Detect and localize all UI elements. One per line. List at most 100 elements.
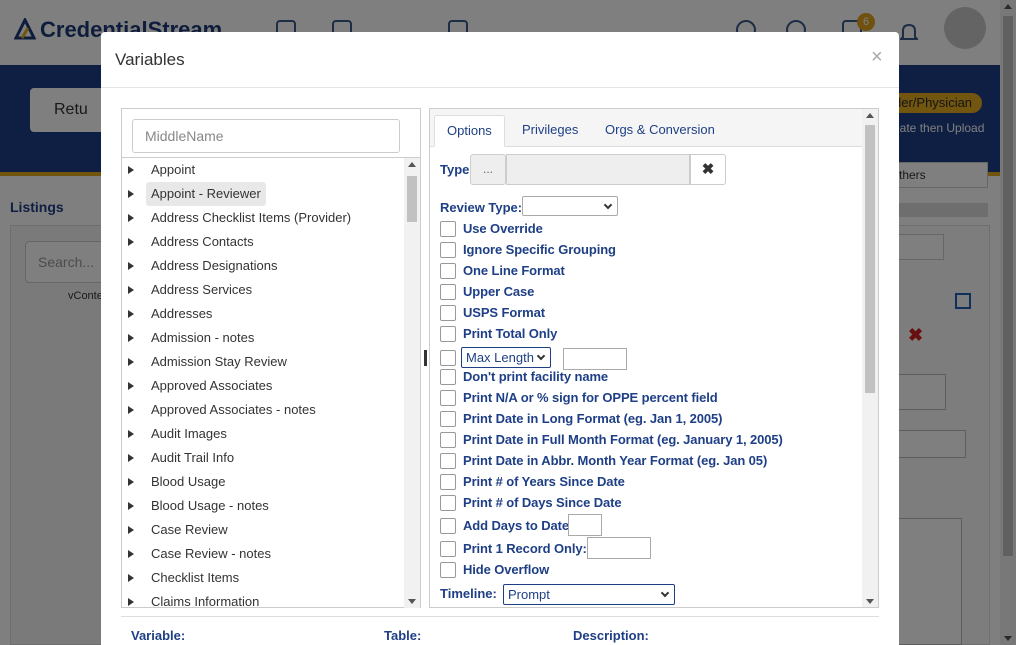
expand-arrow-icon[interactable] bbox=[128, 382, 134, 390]
checkbox[interactable] bbox=[440, 541, 456, 557]
list-item[interactable]: Case Review bbox=[122, 518, 404, 542]
add-days-input[interactable] bbox=[568, 514, 602, 536]
options-scroll-thumb[interactable] bbox=[865, 125, 875, 393]
max-length-select[interactable]: Max Length bbox=[461, 347, 551, 368]
checkbox[interactable] bbox=[440, 474, 456, 490]
review-type-select[interactable] bbox=[522, 196, 618, 216]
options-scroll-up-icon[interactable] bbox=[866, 113, 874, 118]
option-label: One Line Format bbox=[463, 263, 565, 278]
timeline-value: Prompt bbox=[508, 587, 550, 602]
expand-arrow-icon[interactable] bbox=[128, 214, 134, 222]
option-label: Print 1 Record Only: bbox=[463, 541, 587, 556]
options-scrollbar[interactable] bbox=[862, 109, 878, 607]
footer-divider bbox=[121, 616, 879, 617]
checkbox[interactable] bbox=[440, 350, 456, 366]
close-icon[interactable]: × bbox=[871, 46, 883, 69]
expand-arrow-icon[interactable] bbox=[128, 334, 134, 342]
expand-arrow-icon[interactable] bbox=[128, 598, 134, 606]
list-item-label: Claims Information bbox=[151, 594, 260, 608]
list-item[interactable]: Approved Associates - notes bbox=[122, 398, 404, 422]
list-item[interactable]: Address Checklist Items (Provider) bbox=[122, 206, 404, 230]
list-item-label: Checklist Items bbox=[151, 570, 240, 585]
list-item-label: Address Checklist Items (Provider) bbox=[151, 210, 352, 225]
print-record-input[interactable] bbox=[587, 537, 651, 559]
tab-options[interactable]: Options bbox=[434, 115, 505, 147]
expand-arrow-icon[interactable] bbox=[128, 238, 134, 246]
expand-arrow-icon[interactable] bbox=[128, 430, 134, 438]
list-item[interactable]: Audit Images bbox=[122, 422, 404, 446]
checkbox[interactable] bbox=[440, 518, 456, 534]
list-scroll-up-icon[interactable] bbox=[408, 162, 416, 167]
checkbox[interactable] bbox=[440, 411, 456, 427]
expand-arrow-icon[interactable] bbox=[128, 166, 134, 174]
checkbox[interactable] bbox=[440, 221, 456, 237]
list-item[interactable]: Claims Information bbox=[122, 590, 404, 608]
checkbox[interactable] bbox=[440, 562, 456, 578]
checkbox[interactable] bbox=[440, 453, 456, 469]
options-pane: Options Privileges Orgs & Conversion Typ… bbox=[429, 108, 879, 608]
expand-arrow-icon[interactable] bbox=[128, 358, 134, 366]
list-item[interactable]: Checklist Items bbox=[122, 566, 404, 590]
checkbox[interactable] bbox=[440, 369, 456, 385]
list-item[interactable]: Blood Usage bbox=[122, 470, 404, 494]
variable-search-input[interactable] bbox=[132, 119, 400, 153]
checkbox[interactable] bbox=[440, 390, 456, 406]
checkbox[interactable] bbox=[440, 242, 456, 258]
list-item-label: Address Contacts bbox=[151, 234, 254, 249]
expand-arrow-icon[interactable] bbox=[128, 574, 134, 582]
option-label: USPS Format bbox=[463, 305, 545, 320]
list-item-label: Appoint - Reviewer bbox=[146, 182, 266, 206]
option-label: Print Date in Full Month Format (eg. Jan… bbox=[463, 432, 783, 447]
variables-modal: Variables × Appoint Appoint - Reviewer Add… bbox=[101, 32, 899, 645]
option-label: Print N/A or % sign for OPPE percent fie… bbox=[463, 390, 718, 405]
variable-list-pane: Appoint Appoint - Reviewer Address Checkli… bbox=[121, 108, 421, 608]
type-browse-button[interactable]: ... bbox=[470, 154, 506, 185]
expand-arrow-icon[interactable] bbox=[128, 310, 134, 318]
expand-arrow-icon[interactable] bbox=[128, 478, 134, 486]
checkbox[interactable] bbox=[440, 326, 456, 342]
list-item[interactable]: Admission - notes bbox=[122, 326, 404, 350]
clear-icon[interactable]: ✖ bbox=[690, 154, 726, 185]
list-item[interactable]: Appoint bbox=[122, 158, 404, 182]
options-scroll-down-icon[interactable] bbox=[866, 599, 874, 604]
expand-arrow-icon[interactable] bbox=[128, 406, 134, 414]
list-scrollbar[interactable] bbox=[404, 158, 420, 608]
expand-arrow-icon[interactable] bbox=[128, 190, 134, 198]
expand-arrow-icon[interactable] bbox=[128, 550, 134, 558]
list-item[interactable]: Address Services bbox=[122, 278, 404, 302]
expand-arrow-icon[interactable] bbox=[128, 286, 134, 294]
list-scroll-down-icon[interactable] bbox=[408, 599, 416, 604]
list-item[interactable]: Blood Usage - notes bbox=[122, 494, 404, 518]
list-item[interactable]: Address Contacts bbox=[122, 230, 404, 254]
expand-arrow-icon[interactable] bbox=[128, 502, 134, 510]
list-item[interactable]: Approved Associates bbox=[122, 374, 404, 398]
list-scroll-thumb[interactable] bbox=[407, 176, 417, 222]
tab-privileges[interactable]: Privileges bbox=[510, 115, 590, 147]
review-type-label: Review Type: bbox=[440, 200, 523, 215]
timeline-label: Timeline: bbox=[440, 586, 497, 601]
checkbox[interactable] bbox=[440, 495, 456, 511]
list-item-label: Approved Associates - notes bbox=[151, 402, 316, 417]
checkbox[interactable] bbox=[440, 432, 456, 448]
list-item[interactable]: Appoint - Reviewer bbox=[122, 182, 404, 206]
list-item[interactable]: Audit Trail Info bbox=[122, 446, 404, 470]
list-item[interactable]: Address Designations bbox=[122, 254, 404, 278]
checkbox[interactable] bbox=[440, 284, 456, 300]
tab-orgs-conversion[interactable]: Orgs & Conversion bbox=[593, 115, 727, 147]
checkbox[interactable] bbox=[440, 305, 456, 321]
timeline-select[interactable]: Prompt bbox=[503, 584, 675, 605]
expand-arrow-icon[interactable] bbox=[128, 262, 134, 270]
type-field[interactable] bbox=[506, 154, 690, 185]
checkbox[interactable] bbox=[440, 263, 456, 279]
list-item-label: Admission Stay Review bbox=[151, 354, 287, 369]
list-item-label: Blood Usage bbox=[151, 474, 226, 489]
expand-arrow-icon[interactable] bbox=[128, 526, 134, 534]
chevron-down-icon bbox=[536, 351, 546, 361]
max-length-input[interactable] bbox=[563, 348, 627, 370]
list-item[interactable]: Case Review - notes bbox=[122, 542, 404, 566]
expand-arrow-icon[interactable] bbox=[128, 454, 134, 462]
list-item[interactable]: Admission Stay Review bbox=[122, 350, 404, 374]
table-label: Table: bbox=[384, 628, 422, 643]
list-item[interactable]: Addresses bbox=[122, 302, 404, 326]
pane-splitter[interactable] bbox=[424, 350, 427, 366]
